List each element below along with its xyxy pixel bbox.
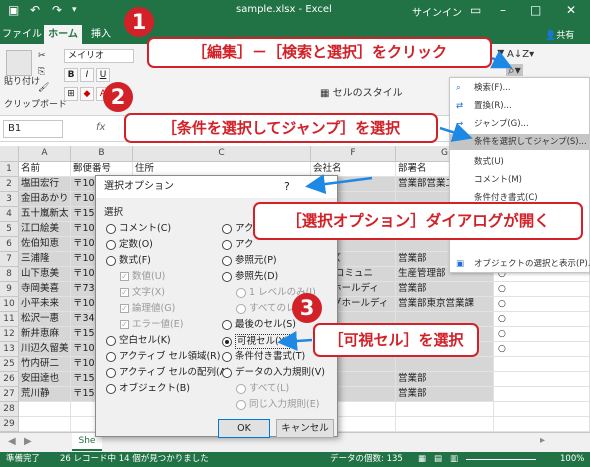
callout-step3: ［可視セル］を選択 (313, 323, 479, 357)
callout-step1: ［編集］－［検索と選択］をクリック (147, 37, 492, 68)
callout-dialog-opens: ［選択オプション］ダイアログが開く (253, 202, 583, 240)
arrow-find (490, 50, 513, 69)
step1-badge: 1 (124, 7, 154, 37)
arrow-visible (277, 331, 313, 351)
step3-badge: 3 (292, 293, 322, 323)
step2-badge: 2 (103, 82, 133, 112)
arrow-dialog (305, 174, 373, 194)
arrow-menu (439, 122, 473, 142)
callout-step2: ［条件を選択してジャンプ］を選択 (124, 113, 438, 143)
